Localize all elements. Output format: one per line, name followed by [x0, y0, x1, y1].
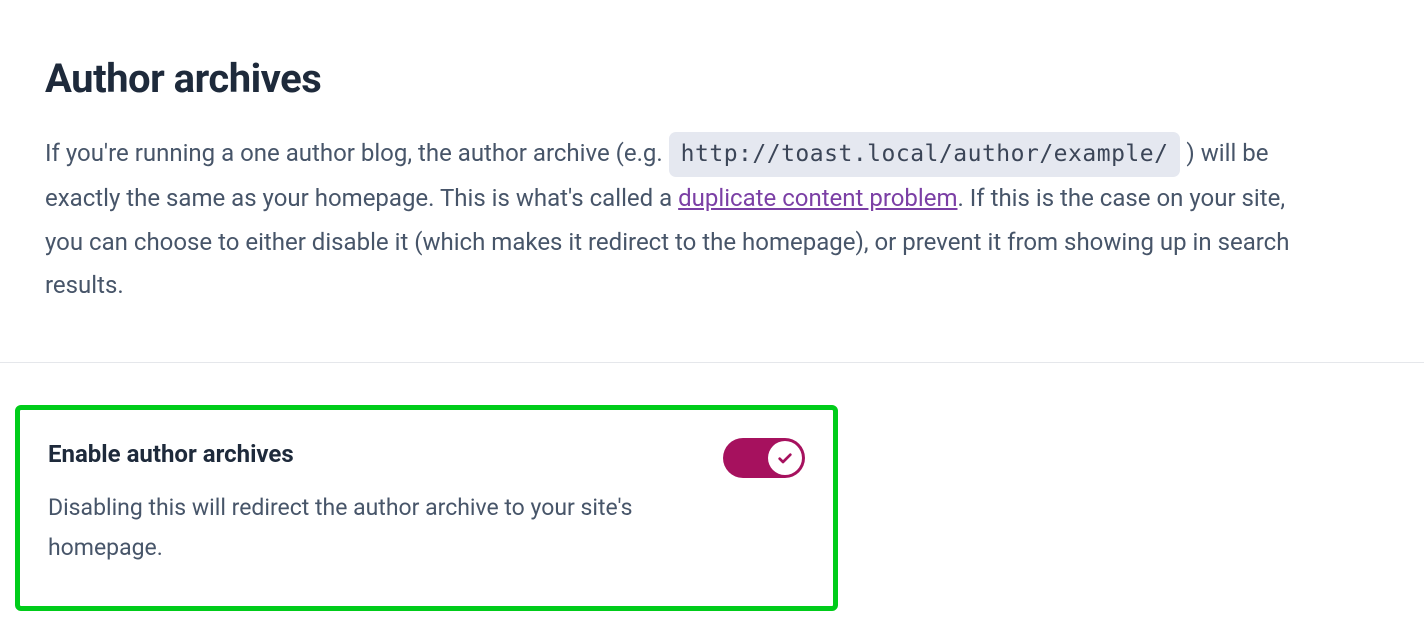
check-icon	[777, 450, 793, 466]
section-description: If you're running a one author blog, the…	[45, 132, 1325, 307]
enable-author-archives-toggle[interactable]	[723, 438, 805, 478]
duplicate-content-link[interactable]: duplicate content problem	[678, 184, 957, 212]
setting-title: Enable author archives	[48, 440, 668, 468]
section-divider	[0, 362, 1424, 363]
enable-author-archives-setting: Enable author archives Disabling this wi…	[15, 405, 838, 612]
desc-text-1: If you're running a one author blog, the…	[45, 139, 669, 167]
toggle-knob	[768, 441, 802, 475]
setting-description: Disabling this will redirect the author …	[48, 488, 668, 569]
example-url-code: http://toast.local/author/example/	[669, 132, 1181, 177]
page-title: Author archives	[45, 55, 1379, 102]
